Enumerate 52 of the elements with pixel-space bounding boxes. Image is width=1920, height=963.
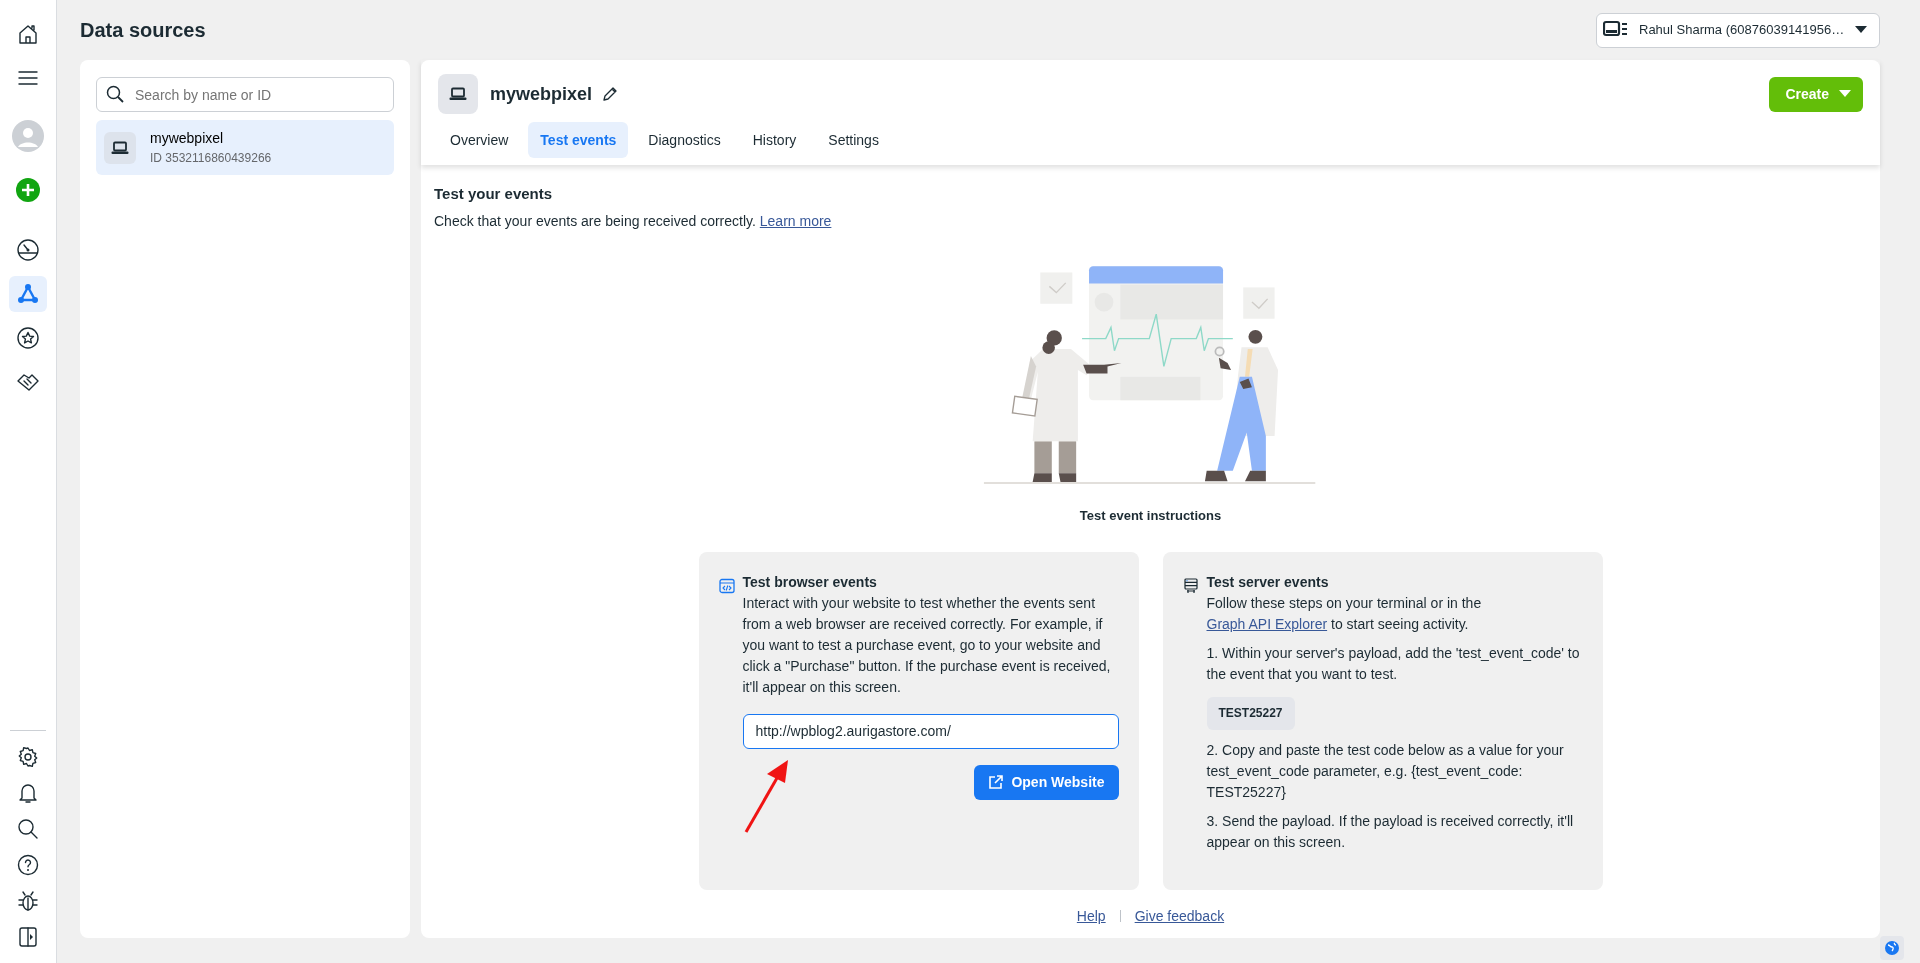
search-field[interactable]: Search by name or ID — [96, 77, 394, 112]
card-description: Interact with your website to test whether the events sent from a web browser are received correctly. For example, if you want to test a purchase event, go to your website and click a "Purchase" button. If the purchase event is received, it'll appear on this screen. — [742, 593, 1112, 697]
code-window-icon — [718, 577, 735, 594]
edit-name-button[interactable] — [602, 86, 619, 102]
tab[interactable]: Settings — [816, 122, 891, 158]
search-icon — [17, 818, 39, 840]
section-title: Test your events — [434, 185, 554, 203]
card-description: Follow these steps on your terminal or in the Graph API Explorer to start seeing activity. — [1206, 593, 1483, 634]
network-icon — [16, 282, 40, 306]
language-globe-icon[interactable] — [1880, 936, 1904, 960]
gauge-icon — [16, 238, 40, 262]
search-icon — [106, 85, 124, 103]
bell-icon — [18, 782, 38, 804]
handshake-icon — [16, 372, 40, 392]
open-website-button[interactable]: Open Website — [974, 764, 1119, 800]
graph-api-explorer-link[interactable]: Graph API Explorer — [1206, 615, 1328, 632]
tab[interactable]: Overview — [438, 122, 521, 158]
account-dropdown[interactable]: Rahul Sharma (60876039141956… — [1596, 12, 1880, 48]
tab[interactable]: Test events — [528, 122, 629, 158]
card-title: Test server events — [1206, 572, 1330, 592]
page-title: Data sources — [80, 18, 206, 42]
tab[interactable]: History — [740, 122, 809, 158]
bug-icon — [17, 890, 39, 912]
tab[interactable]: Diagnostics — [636, 122, 733, 158]
card-title: Test browser events — [742, 572, 878, 592]
instruction-step: 1. Within your server's payload, add the 'test_event_code' to the event that you want to test. — [1206, 642, 1583, 685]
caret-icon — [1855, 26, 1867, 34]
test-code-chip: TEST25227 — [1206, 696, 1295, 730]
avatar-icon — [12, 120, 44, 152]
instruction-step: 3. Send the payload. If the payload is received correctly, it'll appear on this screen. — [1206, 810, 1583, 853]
server-icon — [1182, 577, 1199, 594]
footer-link[interactable]: Help — [1076, 905, 1106, 927]
caret-icon — [1839, 90, 1851, 98]
illustration-caption: Test event instructions — [1079, 507, 1222, 525]
external-link-icon — [988, 774, 1004, 790]
help-icon — [17, 854, 39, 876]
footer-link[interactable]: Give feedback — [1134, 905, 1225, 927]
data-source-item[interactable]: mywebpixel ID 3532116860439266 — [96, 120, 394, 175]
add-icon — [16, 178, 40, 202]
network-button[interactable] — [9, 276, 47, 312]
laptop-icon — [449, 87, 467, 101]
section-description: Check that your events are being received correctly. Learn more — [434, 212, 833, 231]
laptop-icon — [111, 140, 129, 155]
instruction-step: 2. Copy and paste the test code below as a value for your test_event_code parameter, e.g. {test_event_code: TEST25227} — [1206, 739, 1583, 803]
learn-more-link[interactable]: Learn more — [759, 213, 832, 229]
pencil-icon — [602, 86, 619, 102]
pixel-name: mywebpixel — [490, 82, 593, 106]
menu-icon — [18, 70, 38, 86]
home-icon — [17, 23, 39, 45]
website-url-field[interactable]: http://wpblog2.aurigastore.com/ — [742, 713, 1119, 749]
settings-icon — [17, 746, 39, 768]
side-panel-icon — [18, 926, 38, 948]
